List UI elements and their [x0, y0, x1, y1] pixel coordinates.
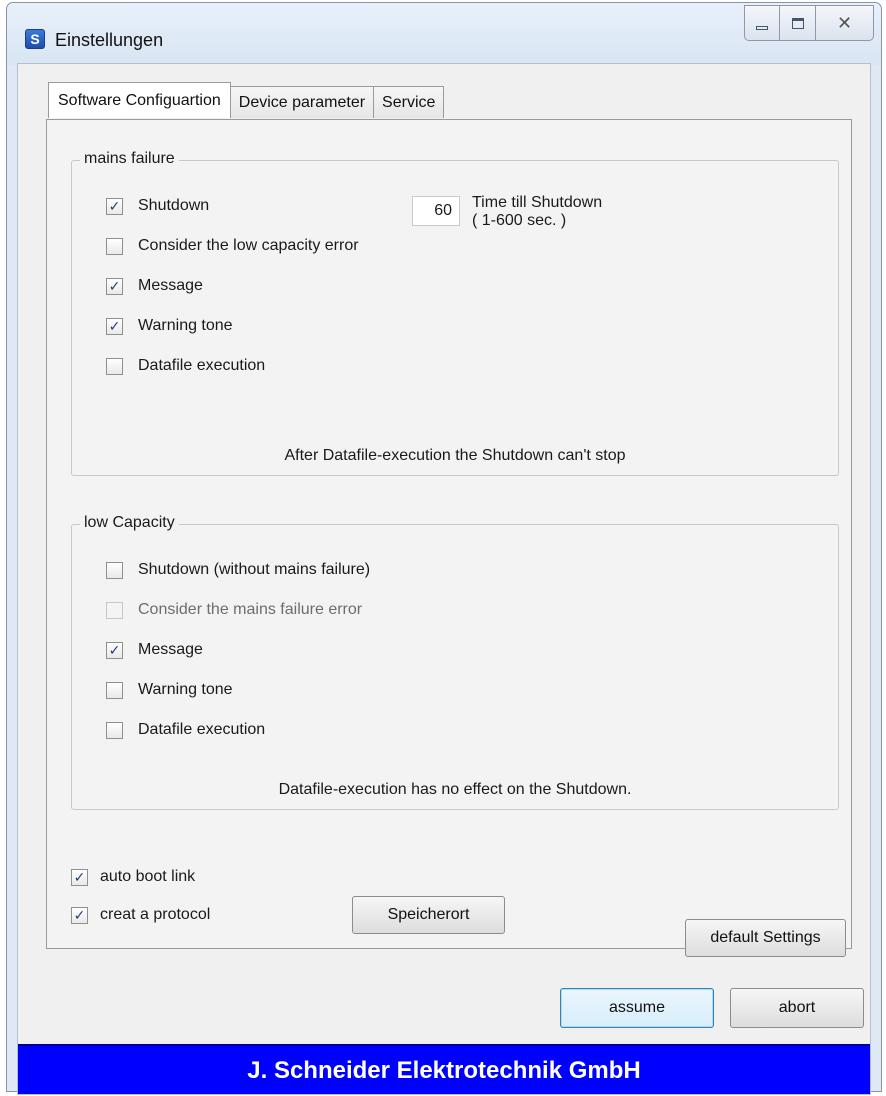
- auto-boot-checkbox[interactable]: ✓: [71, 868, 88, 886]
- default-settings-button[interactable]: default Settings: [685, 919, 846, 957]
- low-capacity-error-label: Consider the low capacity error: [138, 237, 359, 254]
- checkbox-row-low-capacity-error[interactable]: Consider the low capacity error: [106, 237, 359, 255]
- group-low-capacity: low Capacity Shutdown (without mains fai…: [71, 514, 839, 810]
- lc-warning-tone-label: Warning tone: [138, 681, 233, 698]
- company-banner: J. Schneider Elektrotechnik GmbH: [18, 1044, 870, 1094]
- assume-button[interactable]: assume: [560, 988, 714, 1028]
- lc-mains-error-label: Consider the mains failure error: [138, 601, 363, 618]
- datafile-execution-label: Datafile execution: [138, 357, 266, 374]
- tab-service[interactable]: Service: [373, 86, 445, 118]
- group-title-low-capacity: low Capacity: [80, 514, 179, 532]
- group-title-mains-failure: mains failure: [80, 150, 179, 168]
- lc-shutdown-label: Shutdown (without mains failure): [138, 561, 371, 578]
- lc-message-label: Message: [138, 641, 203, 658]
- minimize-icon: [756, 26, 768, 30]
- lc-datafile-label: Datafile execution: [138, 721, 266, 738]
- protocol-checkbox[interactable]: ✓: [71, 906, 88, 924]
- window-title: Einstellungen: [55, 30, 164, 50]
- shutdown-time-input[interactable]: 60: [412, 196, 460, 226]
- app-s-icon: S: [25, 29, 45, 49]
- tab-panel-software-configuration: mains failure ✓ Shutdown Consider the lo…: [46, 119, 852, 957]
- lc-datafile-checkbox[interactable]: [106, 721, 123, 739]
- shutdown-time-range: ( 1-600 sec. ): [472, 212, 567, 229]
- minimize-button[interactable]: [744, 5, 780, 41]
- close-icon: ✕: [836, 12, 853, 33]
- checkbox-row-shutdown[interactable]: ✓ Shutdown: [106, 197, 209, 215]
- shutdown-checkbox[interactable]: ✓: [106, 197, 123, 215]
- checkbox-row-protocol[interactable]: ✓ creat a protocol: [71, 906, 210, 924]
- protocol-label: creat a protocol: [100, 906, 211, 923]
- checkbox-row-lc-datafile[interactable]: Datafile execution: [106, 721, 265, 739]
- title-bar[interactable]: S Einstellungen ✕: [7, 3, 881, 65]
- caption-buttons: ✕: [744, 5, 874, 41]
- message-checkbox[interactable]: ✓: [106, 277, 123, 295]
- lc-mains-error-checkbox: [106, 601, 123, 619]
- message-label: Message: [138, 277, 203, 294]
- lc-warning-tone-checkbox[interactable]: [106, 681, 123, 699]
- checkbox-row-lc-warning-tone[interactable]: Warning tone: [106, 681, 233, 699]
- tab-software-configuration[interactable]: Software Configuartion: [48, 82, 231, 118]
- checkbox-row-warning-tone[interactable]: ✓ Warning tone: [106, 317, 233, 335]
- maximize-button[interactable]: [780, 5, 816, 41]
- lc-shutdown-checkbox[interactable]: [106, 561, 123, 579]
- close-button[interactable]: ✕: [816, 5, 874, 41]
- checkbox-row-lc-message[interactable]: ✓ Message: [106, 641, 203, 659]
- dialog-client-area: Software Configuartion Device parameter …: [17, 63, 871, 1095]
- mains-failure-note: After Datafile-execution the Shutdown ca…: [284, 447, 626, 464]
- warning-tone-checkbox[interactable]: ✓: [106, 317, 123, 335]
- checkbox-row-lc-mains-error: Consider the mains failure error: [106, 601, 362, 619]
- checkbox-row-datafile-execution[interactable]: Datafile execution: [106, 357, 265, 375]
- speicherort-button[interactable]: Speicherort: [352, 896, 505, 934]
- shutdown-time-label: Time till Shutdown: [472, 194, 603, 211]
- lc-message-checkbox[interactable]: ✓: [106, 641, 123, 659]
- low-capacity-error-checkbox[interactable]: [106, 237, 123, 255]
- checkbox-row-lc-shutdown[interactable]: Shutdown (without mains failure): [106, 561, 370, 579]
- shutdown-label: Shutdown: [138, 197, 210, 214]
- checkbox-row-auto-boot[interactable]: ✓ auto boot link: [71, 868, 195, 886]
- datafile-execution-checkbox[interactable]: [106, 357, 123, 375]
- group-mains-failure: mains failure ✓ Shutdown Consider the lo…: [71, 150, 839, 476]
- checkbox-row-message[interactable]: ✓ Message: [106, 277, 203, 295]
- maximize-icon: [791, 17, 804, 29]
- shutdown-time-caption: Time till Shutdown ( 1-600 sec. ): [472, 194, 602, 230]
- tab-strip: Software Configuartion Device parameter …: [48, 82, 445, 118]
- tab-device-parameter[interactable]: Device parameter: [229, 86, 375, 118]
- settings-window: S Einstellungen ✕ Software Configuartion…: [6, 2, 882, 1095]
- abort-button[interactable]: abort: [730, 988, 864, 1028]
- warning-tone-label: Warning tone: [138, 317, 233, 334]
- auto-boot-label: auto boot link: [100, 868, 196, 885]
- low-capacity-note: Datafile-execution has no effect on the …: [278, 781, 632, 798]
